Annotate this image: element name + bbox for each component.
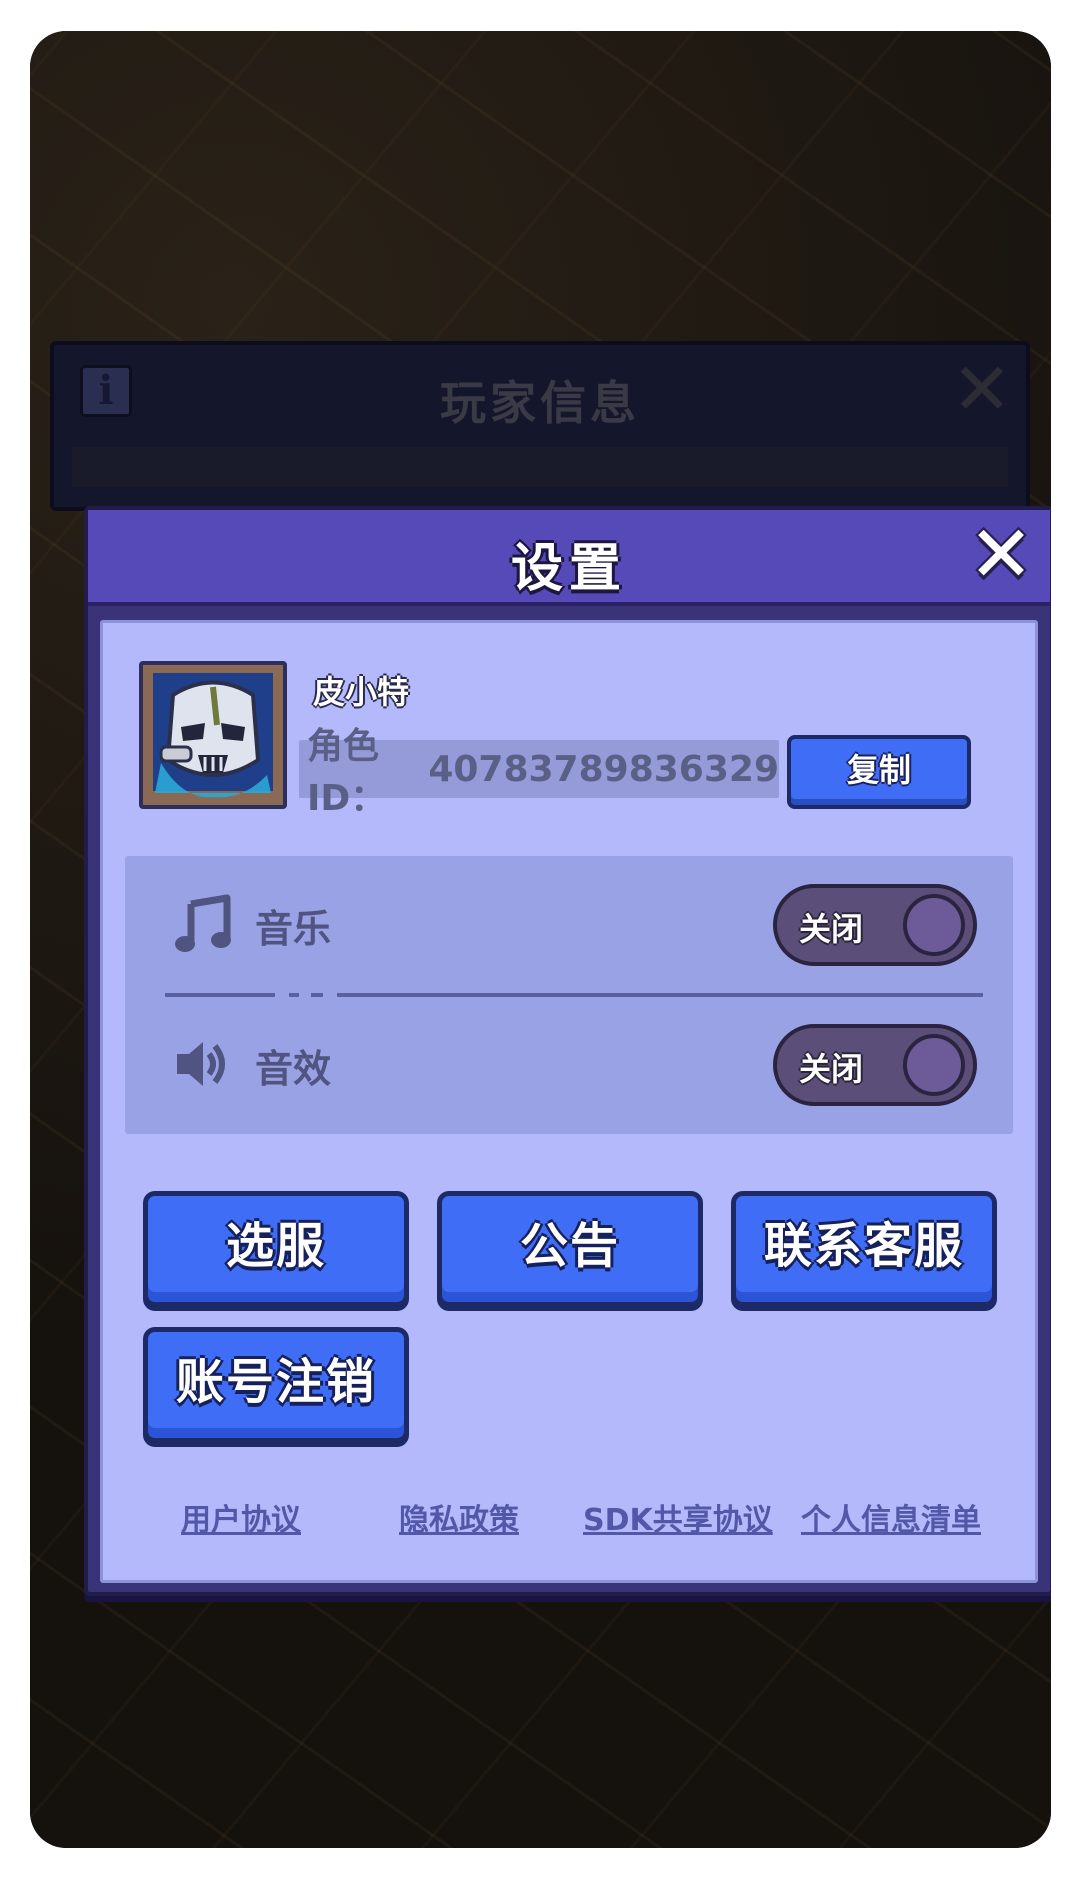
avatar-helmet-icon [143,665,283,805]
player-info-close-icon: ✕ [951,347,1012,431]
select-server-button[interactable]: 选服 [143,1191,409,1307]
settings-dialog: 设置 ✕ 皮小特 角色ID： 40783789836329 复制 音乐 关闭 音… [84,506,1051,1596]
music-toggle-label: 关闭 [799,910,864,948]
delete-account-button[interactable]: 账号注销 [143,1327,409,1443]
avatar [139,661,287,809]
music-label: 音乐 [255,907,332,951]
music-setting-row: 音乐 关闭 [125,860,1013,980]
role-id-value: 40783789836329 [428,748,779,790]
sfx-setting-row: 音效 关闭 [125,1000,1013,1120]
sfx-toggle-knob [903,1034,965,1096]
dialog-title: 设置 [510,539,627,599]
player-info-title: 玩家信息 [440,376,640,430]
sfx-toggle-label: 关闭 [799,1050,864,1088]
sound-divider [165,993,983,997]
legal-links: 用户协议 隐私政策 SDK共享协议 个人信息清单 [103,1495,1035,1539]
privacy-policy-link[interactable]: 隐私政策 [399,1495,519,1539]
dialog-body: 皮小特 角色ID： 40783789836329 复制 音乐 关闭 音效 关闭 … [100,620,1038,1583]
copy-button[interactable]: 复制 [787,735,971,809]
role-id-label: 角色ID： [307,726,387,819]
sfx-label: 音效 [255,1047,332,1091]
music-note-icon [175,894,231,952]
music-toggle[interactable]: 关闭 [773,884,977,966]
close-icon[interactable]: ✕ [966,516,1036,594]
music-toggle-knob [903,894,965,956]
player-info-strip [72,447,1008,487]
announcement-button[interactable]: 公告 [437,1191,703,1307]
role-id-field: 角色ID： 40783789836329 [299,726,779,819]
speaker-icon [177,1042,225,1086]
player-name: 皮小特 [313,673,410,711]
game-screen: i 玩家信息 ✕ 设置 ✕ 皮小特 角色ID： 40783789836329 复… [30,31,1051,1848]
dialog-header: 设置 ✕ [88,510,1050,606]
contact-support-button[interactable]: 联系客服 [731,1191,997,1307]
sdk-sharing-link[interactable]: SDK共享协议 [583,1495,773,1539]
sound-settings-panel: 音乐 关闭 音效 关闭 [125,856,1013,1134]
sfx-toggle[interactable]: 关闭 [773,1024,977,1106]
player-info-panel: i 玩家信息 ✕ [50,341,1030,511]
personal-info-list-link[interactable]: 个人信息清单 [801,1495,981,1539]
user-agreement-link[interactable]: 用户协议 [181,1495,301,1539]
